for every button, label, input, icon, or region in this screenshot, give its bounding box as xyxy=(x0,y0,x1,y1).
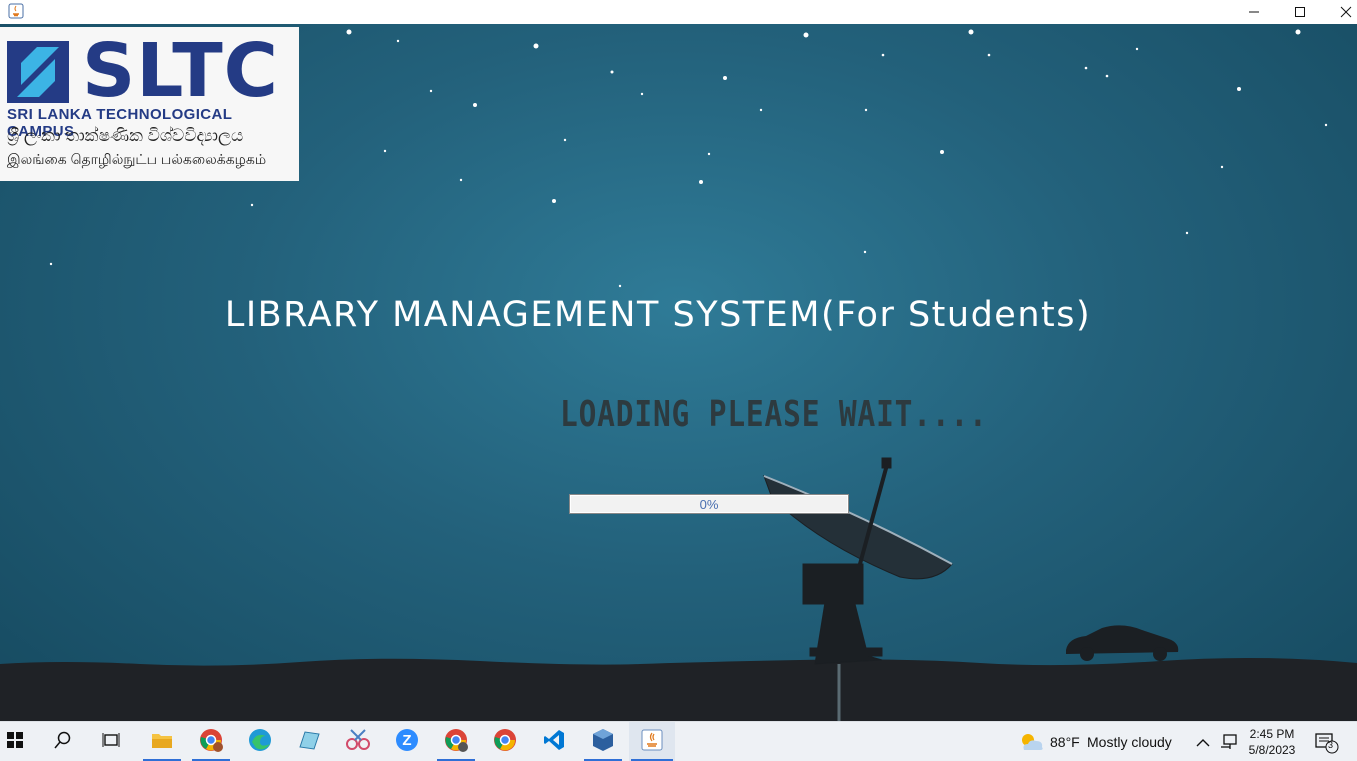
start-button[interactable] xyxy=(0,722,30,761)
weather-temp[interactable]: 88°F xyxy=(1050,734,1080,750)
taskbar-notepad[interactable] xyxy=(288,722,330,761)
notification-count: 3 xyxy=(1328,740,1334,750)
taskbar-edge[interactable] xyxy=(239,722,281,761)
title-bar xyxy=(0,0,1357,24)
clock-date: 5/8/2023 xyxy=(1248,743,1296,757)
taskbar-chrome-profile-2[interactable] xyxy=(435,722,477,761)
logo-subtitle-si: ශ්‍රී ලංකා තාක්ෂණික විශ්වවිද්‍යාලය xyxy=(7,126,244,145)
taskbar-vscode[interactable] xyxy=(533,722,575,761)
edge-icon xyxy=(248,728,272,757)
virtualbox-icon xyxy=(591,728,615,757)
chrome-profile2-icon xyxy=(444,728,468,757)
sltc-logo: SLTC SRI LANKA TECHNOLOGICAL CAMPUS ශ්‍ර… xyxy=(0,27,299,181)
zoom-icon: Z xyxy=(395,728,419,757)
taskbar-chrome-profile[interactable] xyxy=(190,722,232,761)
network-icon[interactable] xyxy=(1220,733,1238,756)
logo-brand: SLTC xyxy=(82,28,279,114)
taskbar-virtualbox[interactable] xyxy=(582,722,624,761)
chrome-icon xyxy=(493,728,517,757)
progress-label: 0% xyxy=(699,497,719,512)
search-icon xyxy=(54,731,72,754)
maximize-button[interactable] xyxy=(1277,0,1323,24)
close-button[interactable] xyxy=(1323,0,1357,24)
show-hidden-icons-chevron-icon[interactable] xyxy=(1196,735,1210,753)
logo-subtitle-ta: இலங்கை தொழில்நுட்ப பல்கலைக்கழகம் xyxy=(7,151,267,167)
search-button[interactable] xyxy=(42,722,84,761)
notepad-icon xyxy=(297,729,321,756)
loading-text: LOADING PLEASE WAIT.... xyxy=(560,394,988,435)
minimize-button[interactable] xyxy=(1231,0,1277,24)
file-explorer-icon xyxy=(151,731,173,754)
weather-condition[interactable]: Mostly cloudy xyxy=(1087,734,1172,750)
snipping-tool-icon xyxy=(345,728,371,757)
svg-text:Z: Z xyxy=(402,732,411,749)
task-view-icon xyxy=(102,731,120,754)
chrome-profile-icon xyxy=(199,728,223,757)
taskbar-java-app[interactable] xyxy=(629,722,675,761)
clock-time: 2:45 PM xyxy=(1249,727,1295,741)
notification-center-icon[interactable]: 3 xyxy=(1314,732,1340,759)
taskbar-snipping-tool[interactable] xyxy=(337,722,379,761)
task-view-button[interactable] xyxy=(90,722,132,761)
java-app-icon xyxy=(8,3,24,19)
windows-start-icon xyxy=(7,731,23,753)
sltc-logo-icon xyxy=(7,41,69,103)
taskbar-chrome[interactable] xyxy=(484,722,526,761)
weather-cloudy-icon[interactable] xyxy=(1018,731,1046,758)
taskbar: Z 88°F Mostly cloudy 2:45 PM 5/8/2023 3 xyxy=(0,721,1357,761)
taskbar-file-explorer[interactable] xyxy=(141,722,183,761)
system-clock[interactable]: 2:45 PM 5/8/2023 xyxy=(1240,726,1304,758)
app-title: LIBRARY MANAGEMENT SYSTEM(For Students) xyxy=(224,295,1092,335)
taskbar-zoom[interactable]: Z xyxy=(386,722,428,761)
java-icon xyxy=(640,728,664,757)
loading-progress-bar: 0% xyxy=(569,494,849,514)
splash-screen: SLTC SRI LANKA TECHNOLOGICAL CAMPUS ශ්‍ර… xyxy=(0,24,1357,721)
vscode-icon xyxy=(542,728,566,757)
